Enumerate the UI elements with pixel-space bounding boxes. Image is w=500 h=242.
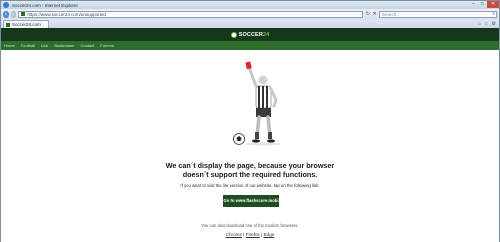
referee-illustration <box>233 61 281 146</box>
unsupported-browser-page: We can´t display the page, because your … <box>1 50 499 242</box>
site-header: SOCCER24 <box>1 28 499 41</box>
error-headline: We can´t display the page, because your … <box>1 161 499 179</box>
search-box[interactable]: Search... ⌕ <box>379 10 497 18</box>
lite-version-text: If you want to visit the lite version of… <box>180 183 320 188</box>
go-to-flashscore-button[interactable]: Go to www.flashscore.mobi <box>223 195 279 207</box>
window-title: Soccer24.com - Internet Explorer <box>12 2 79 8</box>
nav-item-forums[interactable]: Forums <box>100 43 114 48</box>
headline-line-1: We can´t display the page, because your … <box>165 161 335 170</box>
headline-line-2: doesn´t support the required functions. <box>182 170 318 179</box>
browser-links: Chrome | Firefox | Edge <box>1 232 499 237</box>
internet-explorer-icon <box>3 2 9 8</box>
tab-row: Soccer24.com ⌂ ☆ ⚙ <box>1 19 499 28</box>
nav-item-bookmaker[interactable]: Bookmaker <box>54 43 74 48</box>
maximize-button[interactable]: □ <box>478 1 487 8</box>
address-row: ‹ › https://www.soccer24.com/unsupported… <box>1 9 499 19</box>
tab-favicon-icon <box>6 22 10 27</box>
logo-text: SOCCER <box>238 31 263 38</box>
nav-item-home[interactable]: Home <box>4 43 15 48</box>
url-text: https://www.soccer24.com/unsupported <box>27 11 106 17</box>
soccer-ball-icon <box>230 31 237 38</box>
nav-item-live[interactable]: Live <box>41 43 48 48</box>
chrome-link[interactable]: Chrome <box>226 232 242 237</box>
edge-link[interactable]: Edge <box>264 232 275 237</box>
search-placeholder: Search... <box>382 11 401 17</box>
close-button[interactable]: ✕ <box>487 1 499 8</box>
separator: | <box>243 232 245 237</box>
title-bar: Soccer24.com - Internet Explorer – □ ✕ <box>1 1 499 9</box>
tab-label: Soccer24.com <box>12 22 41 27</box>
soccer24-logo[interactable]: SOCCER24 <box>230 31 270 38</box>
back-button[interactable]: ‹ <box>3 10 9 18</box>
forward-button[interactable]: › <box>10 10 17 18</box>
tab-soccer24[interactable]: Soccer24.com <box>3 20 49 28</box>
stop-icon[interactable]: ✕ <box>372 11 377 17</box>
browser-window: Soccer24.com - Internet Explorer – □ ✕ ‹… <box>0 0 500 242</box>
home-icon[interactable]: ⌂ <box>478 21 481 27</box>
refresh-icon[interactable]: ↻ <box>365 11 370 17</box>
firefox-link[interactable]: Firefox <box>246 232 260 237</box>
site-nav: Home Football Live Bookmaker Contact For… <box>1 41 499 50</box>
separator: | <box>261 232 263 237</box>
minimize-button[interactable]: – <box>469 1 478 8</box>
download-browsers-text: You can also download one of the modern … <box>201 223 299 228</box>
logo-number: 24 <box>262 31 270 38</box>
search-icon[interactable]: ⌕ <box>492 11 495 17</box>
favorites-star-icon[interactable]: ☆ <box>484 21 488 27</box>
nav-item-contact[interactable]: Contact <box>80 43 94 48</box>
address-bar[interactable]: https://www.soccer24.com/unsupported <box>18 10 364 18</box>
site-favicon-icon <box>21 12 26 16</box>
settings-gear-icon[interactable]: ⚙ <box>492 21 496 27</box>
nav-item-football[interactable]: Football <box>21 43 35 48</box>
